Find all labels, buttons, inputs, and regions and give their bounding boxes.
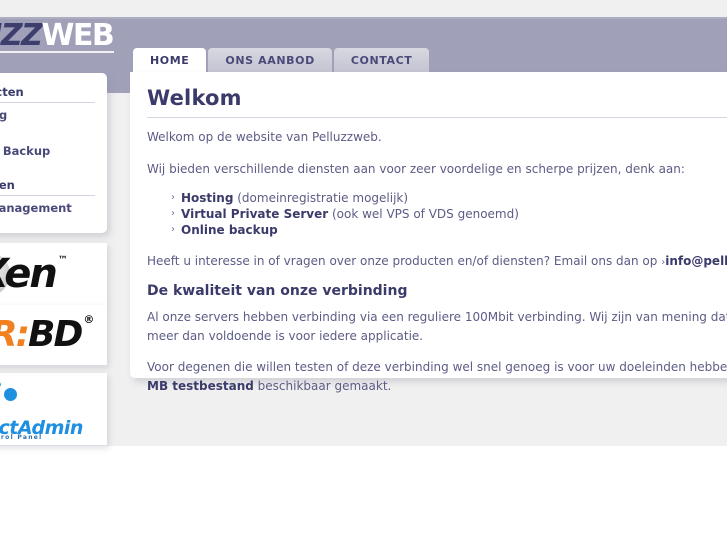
contact-text-prefix: Heeft u interesse in of vragen over onze…: [147, 253, 662, 268]
sidebar-menu-panel: Producten Hosting VPS Online Backup Dien…: [0, 73, 107, 233]
trademark-icon: ™: [57, 255, 68, 266]
intro-paragraph-1: Welkom op de website van Pelluzzweb.: [147, 130, 382, 144]
service-name-hosting[interactable]: Hosting: [181, 191, 233, 205]
tab-home[interactable]: HOME: [133, 48, 207, 73]
partner-logo-xen[interactable]: Xen ™: [0, 243, 107, 305]
browser-page: LUZZ WEB HOME ONS AANBOD CONTACT Welkom …: [0, 0, 727, 545]
page-title-divider: [147, 117, 727, 118]
sidebar-item-vps-management[interactable]: VPS management: [0, 199, 95, 217]
chevron-right-icon: ›: [171, 223, 175, 235]
sidebar-group-diensten: Diensten VPS management: [0, 176, 95, 217]
list-item[interactable]: › Virtual Private Server (ook wel VPS of…: [171, 207, 727, 223]
list-item[interactable]: › Online backup: [171, 223, 727, 239]
main-content-panel: Welkom Welkom op de website van Pelluzzw…: [130, 72, 727, 393]
sidebar-group-producten: Producten Hosting VPS Online Backup: [0, 83, 95, 160]
sidebar-item-vps[interactable]: VPS: [0, 124, 95, 142]
section-heading-quality: De kwaliteit van onze verbinding: [147, 283, 408, 300]
tab-contact[interactable]: CONTACT: [333, 48, 430, 73]
chevron-right-icon: ›: [171, 192, 175, 204]
testfile-link-part2[interactable]: MB testbestand: [147, 379, 254, 393]
intro-paragraph-2: Wij bieden verschillende diensten aan vo…: [147, 161, 685, 176]
drbd-logo-wrap: DR: BD ®: [0, 305, 107, 365]
site-logo-text-primary: LUZZ: [0, 18, 43, 53]
sidebar-heading-diensten: Diensten: [0, 178, 15, 192]
sidebar-item-hosting[interactable]: Hosting: [0, 106, 95, 124]
directadmin-tagline: Web Control Panel: [0, 434, 43, 441]
quality-paragraph: Al onze servers hebben verbinding via ee…: [147, 308, 727, 345]
partner-logo-directadmin[interactable]: DirectAdmin Web Control Panel: [0, 373, 107, 445]
sidebar-heading-producten: Producten: [0, 85, 24, 99]
registered-icon: ®: [83, 313, 95, 326]
main-navigation-tabs: HOME ONS AANBOD CONTACT: [133, 48, 430, 73]
list-item[interactable]: › Hosting (domeinregistratie mogelijk): [171, 191, 727, 207]
service-name-vps[interactable]: Virtual Private Server: [181, 207, 328, 221]
email-link[interactable]: info@pelluzzweb.nl: [665, 254, 727, 268]
directadmin-logo-wrap: DirectAdmin Web Control Panel: [0, 373, 107, 445]
quality-line-1: Al onze servers hebben verbinding via ee…: [147, 310, 727, 325]
drbd-logo-text-bd: BD: [28, 314, 83, 355]
tab-ons-aanbod[interactable]: ONS AANBOD: [208, 48, 332, 73]
service-note-vps: (ook wel VPS of VDS genoemd): [328, 207, 519, 222]
testfile-text-suffix: beschikbaar gemaakt.: [253, 379, 392, 394]
quality-line-2: meer dan voldoende is voor iedere applic…: [147, 328, 424, 343]
services-list: › Hosting (domeinregistratie mogelijk) ›…: [147, 191, 727, 238]
site-logo-underline: [0, 51, 114, 53]
testfile-text-prefix: Voor degenen die willen testen of deze v…: [147, 360, 727, 375]
testfile-paragraph: Voor degenen die willen testen of deze v…: [147, 358, 727, 395]
site-logo[interactable]: LUZZ WEB: [0, 18, 115, 53]
xen-logo-text: Xen: [0, 251, 58, 297]
sidebar-item-online-backup[interactable]: Online Backup: [0, 142, 95, 160]
partner-logo-drbd[interactable]: DR: BD ®: [0, 305, 107, 365]
drbd-logo-text-dr: DR:: [0, 314, 30, 355]
chevron-right-icon: ›: [171, 208, 175, 220]
service-note-hosting: (domeinregistratie mogelijk): [233, 191, 409, 206]
service-name-backup[interactable]: Online backup: [181, 223, 278, 237]
sidebar-divider: [0, 102, 95, 103]
main-content-inner: Welkom Welkom op de website van Pelluzzw…: [130, 72, 727, 396]
xen-logo-wrap: Xen ™: [0, 243, 107, 305]
contact-paragraph: Heeft u interesse in of vragen over onze…: [147, 252, 727, 271]
page-title: Welkom: [147, 86, 242, 110]
site-logo-text-secondary: WEB: [41, 18, 114, 53]
sidebar-divider: [0, 195, 95, 196]
